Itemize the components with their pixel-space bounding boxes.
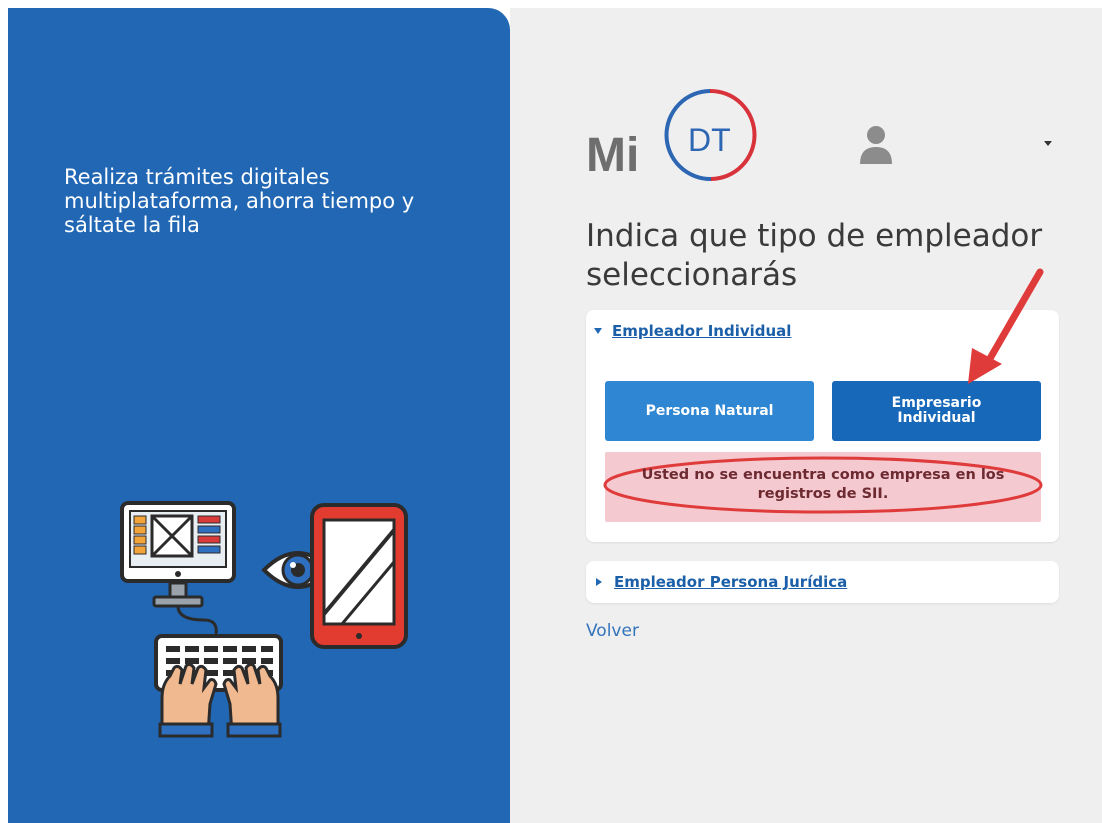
- mi-dt-logo: Mi DT: [586, 88, 757, 182]
- tablet-icon: [310, 503, 408, 649]
- logo-prefix: Mi: [586, 129, 639, 182]
- logo-badge: DT: [688, 122, 731, 158]
- volver-link[interactable]: Volver: [586, 621, 639, 641]
- persona-natural-button[interactable]: Persona Natural: [605, 381, 814, 441]
- accordion-header-individual[interactable]: Empleador Individual: [594, 322, 791, 340]
- keyboard-icon: [154, 634, 283, 738]
- accordion-header-juridica[interactable]: Empleador Persona Jurídica: [594, 573, 847, 591]
- empleador-individual-link[interactable]: Empleador Individual: [612, 322, 791, 340]
- caret-down-icon: [594, 328, 602, 334]
- tagline: Realiza trámites digitales multiplatafor…: [64, 165, 415, 237]
- digital-devices-illustration: [120, 501, 408, 738]
- user-menu-caret-icon[interactable]: [1044, 141, 1052, 146]
- accordion-empleador-juridica: Empleador Persona Jurídica: [586, 561, 1059, 603]
- computer-illustration: [120, 501, 236, 635]
- sii-error-text: Usted no se encuentra como empresa en lo…: [641, 467, 1005, 502]
- empresario-individual-label: Empresario Individual: [891, 395, 982, 426]
- sii-error-alert: Usted no se encuentra como empresa en lo…: [603, 452, 1043, 522]
- empleador-persona-juridica-link[interactable]: Empleador Persona Jurídica: [614, 573, 847, 591]
- annotation-arrow: [968, 268, 1044, 384]
- caret-right-icon: [596, 578, 602, 586]
- user-icon[interactable]: [858, 124, 894, 166]
